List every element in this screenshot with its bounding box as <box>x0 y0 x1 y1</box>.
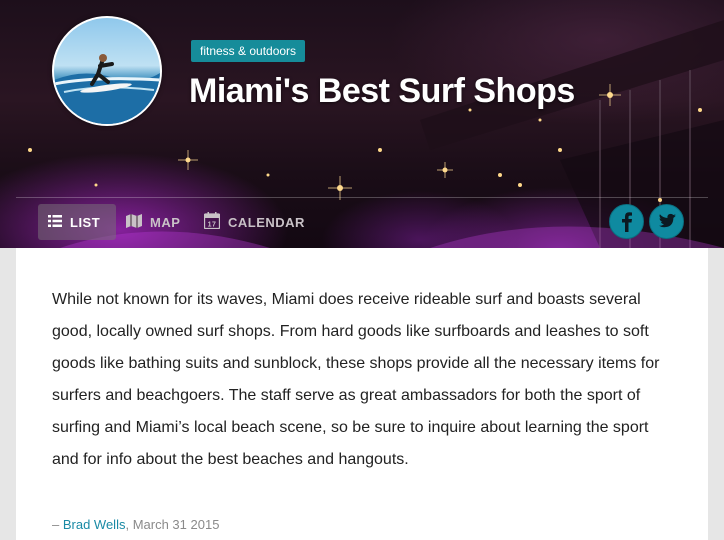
map-icon <box>126 213 142 231</box>
surfer-photo <box>54 54 160 124</box>
tab-calendar[interactable]: 17 CALENDAR <box>203 204 305 240</box>
byline-separator: , <box>125 517 133 532</box>
article-intro: While not known for its waves, Miami doe… <box>52 291 660 468</box>
tab-map-label: MAP <box>150 214 181 230</box>
tab-list[interactable]: LIST <box>38 204 116 240</box>
byline-prefix: – <box>52 517 63 532</box>
facebook-share-button[interactable] <box>609 204 644 239</box>
author-link[interactable]: Brad Wells <box>63 517 126 532</box>
calendar-day: 17 <box>208 222 217 229</box>
header-banner: fitness & outdoors Miami's Best Surf Sho… <box>0 0 724 248</box>
tab-list-label: LIST <box>70 214 101 230</box>
twitter-share-button[interactable] <box>649 204 684 239</box>
publish-date: March 31 2015 <box>132 517 220 532</box>
byline: – Brad Wells, March 31 2015 <box>52 517 219 532</box>
list-icon <box>48 214 62 230</box>
twitter-icon <box>659 213 676 228</box>
category-tag[interactable]: fitness & outdoors <box>191 40 306 62</box>
page: fitness & outdoors Miami's Best Surf Sho… <box>0 0 724 540</box>
article-card: While not known for its waves, Miami doe… <box>16 248 708 540</box>
calendar-icon: 17 <box>203 212 221 232</box>
page-title: Miami's Best Surf Shops <box>189 72 575 110</box>
tab-calendar-label: CALENDAR <box>228 214 305 230</box>
tab-map[interactable]: MAP <box>126 204 180 240</box>
nav-divider <box>16 197 708 198</box>
avatar <box>52 16 162 126</box>
facebook-icon <box>622 212 632 232</box>
